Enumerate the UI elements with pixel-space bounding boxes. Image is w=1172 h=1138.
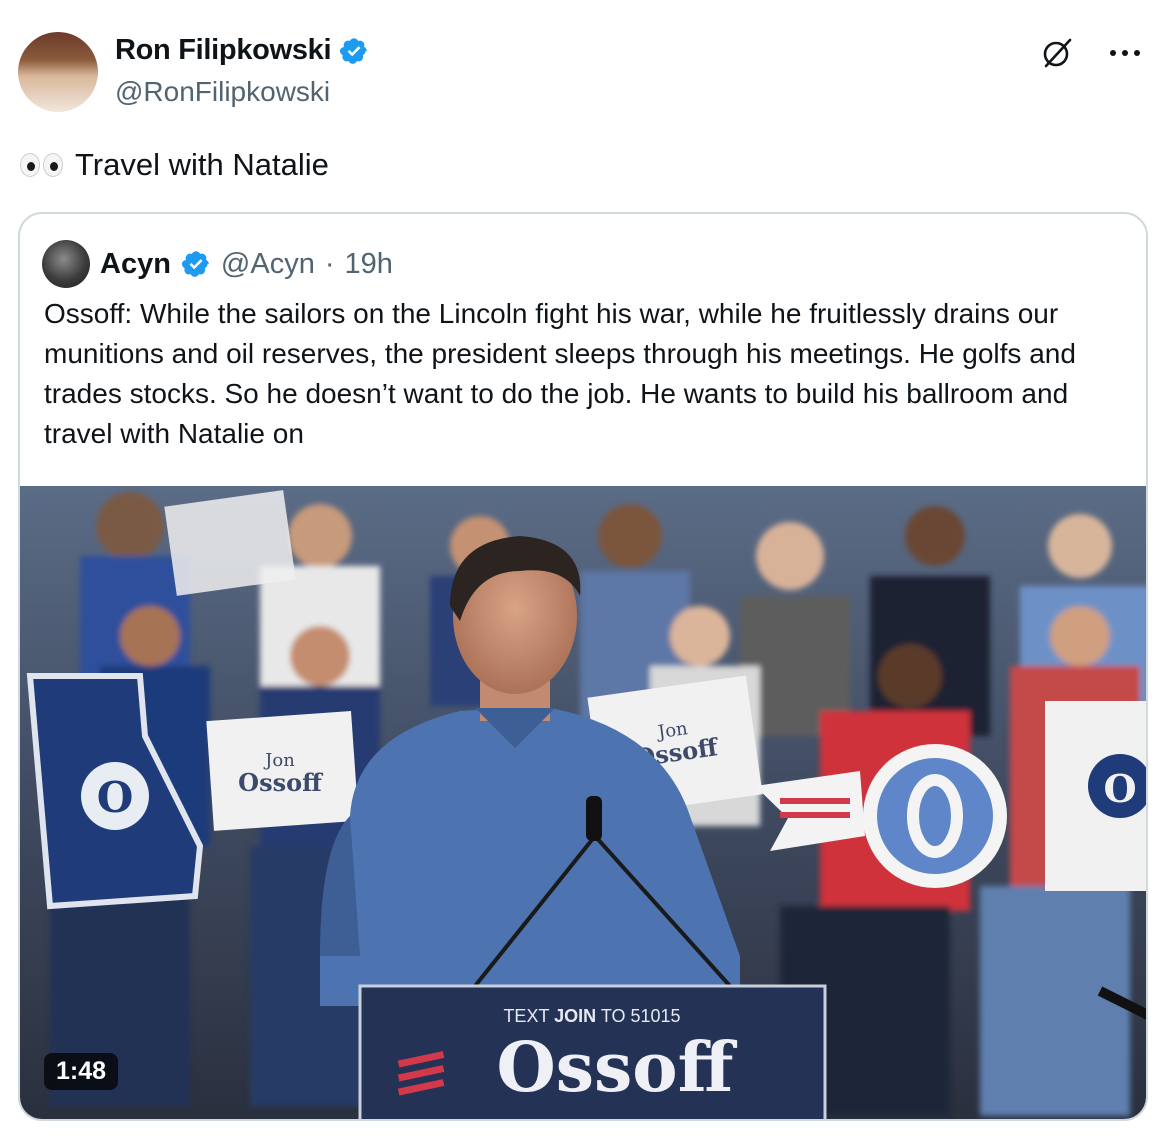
quoted-tweet-card[interactable]: Acyn @Acyn · 19h Ossoff: While the sailo…	[18, 212, 1148, 1121]
sign-logo-letter: O	[97, 773, 134, 822]
video-player[interactable]: O Jon Ossoff Jon Ossoff O TEXT JOIN TO 5…	[20, 486, 1146, 1119]
quoted-name[interactable]: Acyn	[100, 248, 171, 281]
quoted-handle[interactable]: @Acyn	[221, 248, 315, 281]
top-actions	[1038, 34, 1144, 72]
podium-brand: Ossoff	[497, 1028, 738, 1108]
author-name[interactable]: Ron Filipkowski	[115, 34, 332, 67]
more-options-icon[interactable]	[1106, 34, 1144, 72]
sign-logo-letter: O	[1103, 766, 1136, 811]
podium-text-prefix: TEXT	[503, 1006, 554, 1026]
quoted-avatar[interactable]	[42, 240, 90, 288]
author-name-row[interactable]: Ron Filipkowski	[115, 34, 369, 67]
podium-tagline: TEXT JOIN TO 51015	[503, 1006, 680, 1026]
tweet-text-row: Travel with Natalie	[20, 145, 329, 185]
quoted-header: Acyn @Acyn · 19h	[42, 240, 393, 288]
quoted-text: Ossoff: While the sailors on the Lincoln…	[44, 298, 1076, 449]
podium: TEXT JOIN TO 51015 Ossoff	[358, 984, 827, 1119]
meta-separator: ·	[324, 247, 335, 280]
tweet-text: Travel with Natalie	[75, 147, 329, 182]
podium-text-suffix: TO 51015	[596, 1006, 680, 1026]
verified-badge-icon	[181, 251, 209, 277]
author-handle[interactable]: @RonFilipkowski	[115, 76, 330, 108]
video-frame: O Jon Ossoff Jon Ossoff O TEXT JOIN TO 5…	[20, 486, 1146, 1119]
author-avatar[interactable]	[18, 32, 98, 112]
video-duration: 1:48	[44, 1053, 119, 1090]
sign-text-ossoff: Ossoff	[238, 768, 323, 797]
verified-badge-icon	[340, 37, 368, 64]
grok-icon[interactable]	[1038, 34, 1076, 72]
quoted-time[interactable]: 19h	[345, 248, 393, 281]
eyes-emoji-icon	[20, 153, 63, 177]
podium-text-bold: JOIN	[554, 1006, 596, 1026]
